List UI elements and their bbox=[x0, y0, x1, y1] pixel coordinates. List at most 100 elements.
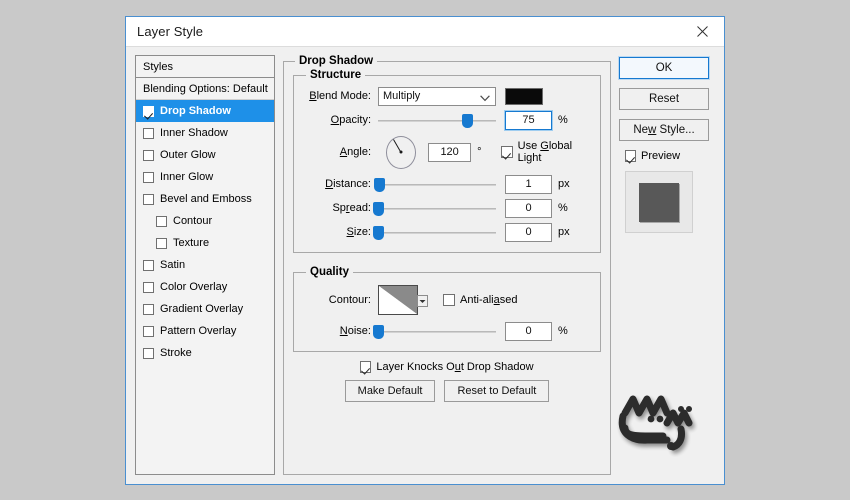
blend-mode-row: Blend Mode: Multiply bbox=[304, 84, 590, 108]
default-buttons-row: Make Default Reset to Default bbox=[293, 380, 601, 402]
style-list-item[interactable]: Outer Glow bbox=[136, 144, 274, 166]
style-list-item[interactable]: Inner Glow bbox=[136, 166, 274, 188]
opacity-input[interactable]: 75 bbox=[504, 109, 553, 131]
style-enable-checkbox[interactable] bbox=[143, 303, 154, 315]
reset-button[interactable]: Reset bbox=[619, 88, 709, 110]
contour-preset-swatch[interactable] bbox=[378, 285, 428, 315]
noise-slider-thumb[interactable] bbox=[373, 324, 384, 339]
style-list-item[interactable]: Color Overlay bbox=[136, 276, 274, 298]
style-enable-checkbox[interactable] bbox=[143, 347, 154, 359]
style-list-item[interactable]: Gradient Overlay bbox=[136, 298, 274, 320]
style-list-item-label: Inner Shadow bbox=[160, 127, 228, 139]
angle-dial[interactable] bbox=[386, 135, 417, 169]
contour-dropdown-arrow[interactable] bbox=[417, 295, 428, 307]
style-enable-checkbox[interactable] bbox=[143, 149, 154, 161]
size-slider[interactable] bbox=[373, 223, 496, 242]
shadow-color-swatch[interactable] bbox=[505, 87, 543, 105]
spread-input[interactable]: 0 bbox=[505, 198, 552, 218]
opacity-slider-track bbox=[378, 119, 496, 122]
spread-row: Spread: 0 % bbox=[304, 196, 590, 220]
spread-slider-thumb[interactable] bbox=[373, 201, 384, 216]
angle-row: Angle: 120 ° Use Global Light bbox=[304, 132, 590, 172]
style-enable-checkbox[interactable] bbox=[143, 281, 154, 293]
noise-input[interactable]: 0 bbox=[505, 321, 552, 341]
opacity-label: Opacity: bbox=[330, 114, 371, 126]
distance-slider[interactable] bbox=[374, 175, 496, 194]
ok-button[interactable]: OK bbox=[618, 56, 710, 80]
opacity-slider[interactable] bbox=[378, 111, 496, 130]
spread-unit: % bbox=[558, 202, 568, 214]
style-enable-checkbox[interactable] bbox=[143, 127, 154, 139]
new-style-label: New Style... bbox=[633, 124, 695, 136]
angle-dial-center bbox=[399, 150, 403, 154]
style-list-item[interactable]: Stroke bbox=[136, 342, 274, 364]
style-list-item-label: Texture bbox=[173, 237, 210, 249]
blend-mode-select[interactable]: Multiply bbox=[378, 86, 496, 106]
noise-unit: % bbox=[558, 325, 568, 337]
reset-to-default-button[interactable]: Reset to Default bbox=[444, 380, 550, 402]
blending-options-row[interactable]: Blending Options: Default bbox=[136, 78, 274, 100]
effect-settings-column: Drop Shadow Structure Blend Mode: Multip… bbox=[283, 55, 611, 475]
contour-row: Contour: Anti-aliased bbox=[304, 281, 590, 319]
style-list-item-label: Satin bbox=[160, 259, 186, 271]
contour-curve-graphic bbox=[379, 286, 417, 314]
dialog-title: Layer Style bbox=[137, 24, 204, 39]
new-style-button[interactable]: New Style... bbox=[619, 119, 709, 141]
style-list-item[interactable]: Pattern Overlay bbox=[136, 320, 274, 342]
anti-aliased-checkbox[interactable]: Anti-aliased bbox=[443, 294, 518, 306]
checkbox-box bbox=[360, 361, 372, 373]
style-list-item-label: Pattern Overlay bbox=[160, 325, 237, 337]
close-icon[interactable] bbox=[681, 17, 724, 46]
quality-group: Quality Contour: Anti-aliased Noise: 0 % bbox=[293, 266, 601, 352]
noise-slider[interactable] bbox=[373, 322, 496, 341]
style-enable-checkbox[interactable] bbox=[143, 325, 154, 337]
distance-input[interactable]: 1 bbox=[505, 174, 552, 194]
noise-label: Noise: bbox=[339, 325, 371, 337]
preview-shape bbox=[639, 182, 679, 222]
style-enable-checkbox[interactable] bbox=[156, 215, 167, 227]
size-label: Size: bbox=[346, 226, 371, 238]
angle-input[interactable]: 120 bbox=[428, 142, 472, 162]
layer-knocks-out-label: Layer Knocks Out Drop Shadow bbox=[376, 361, 534, 373]
size-unit: px bbox=[558, 226, 570, 238]
style-list-item[interactable]: Bevel and Emboss bbox=[136, 188, 274, 210]
style-list-item-label: Inner Glow bbox=[160, 171, 214, 183]
layer-knocks-out-checkbox[interactable]: Layer Knocks Out Drop Shadow bbox=[293, 361, 601, 373]
preview-checkbox[interactable]: Preview bbox=[625, 150, 715, 162]
checkbox-box bbox=[443, 294, 455, 306]
size-slider-thumb[interactable] bbox=[373, 225, 384, 240]
distance-slider-thumb[interactable] bbox=[374, 177, 386, 192]
spread-slider-track bbox=[378, 207, 496, 210]
style-list-item[interactable]: Drop Shadow bbox=[136, 100, 274, 122]
style-list-item[interactable]: Texture bbox=[136, 232, 274, 254]
use-global-light-label: Use Global Light bbox=[517, 140, 573, 164]
checkbox-box bbox=[625, 150, 636, 162]
watermark-logo bbox=[605, 383, 705, 463]
opacity-slider-thumb[interactable] bbox=[461, 113, 473, 128]
size-input[interactable]: 0 bbox=[505, 222, 552, 242]
noise-slider-track bbox=[378, 330, 496, 333]
style-enable-checkbox[interactable] bbox=[143, 193, 154, 205]
blend-mode-value: Multiply bbox=[383, 90, 421, 102]
style-enable-checkbox[interactable] bbox=[143, 105, 154, 117]
style-list-item-label: Outer Glow bbox=[160, 149, 216, 161]
structure-group: Structure Blend Mode: Multiply Opacity: … bbox=[293, 69, 601, 253]
size-slider-track bbox=[378, 231, 496, 234]
styles-header-label: Styles bbox=[143, 60, 173, 73]
use-global-light-checkbox[interactable]: Use Global Light bbox=[500, 140, 590, 164]
structure-legend: Structure bbox=[310, 69, 362, 81]
spread-label: Spread: bbox=[332, 202, 371, 214]
style-list-item[interactable]: Inner Shadow bbox=[136, 122, 274, 144]
distance-row: Distance: 1 px bbox=[304, 172, 590, 196]
style-enable-checkbox[interactable] bbox=[143, 171, 154, 183]
style-list-item[interactable]: Satin bbox=[136, 254, 274, 276]
size-row: Size: 0 px bbox=[304, 220, 590, 244]
distance-slider-track bbox=[378, 183, 496, 186]
style-enable-checkbox[interactable] bbox=[156, 237, 167, 249]
spread-slider[interactable] bbox=[373, 199, 496, 218]
make-default-button[interactable]: Make Default bbox=[344, 380, 436, 402]
style-enable-checkbox[interactable] bbox=[143, 259, 154, 271]
blend-mode-label: Blend Mode: bbox=[309, 90, 371, 102]
contour-label: Contour: bbox=[328, 294, 371, 306]
style-list-item[interactable]: Contour bbox=[136, 210, 274, 232]
